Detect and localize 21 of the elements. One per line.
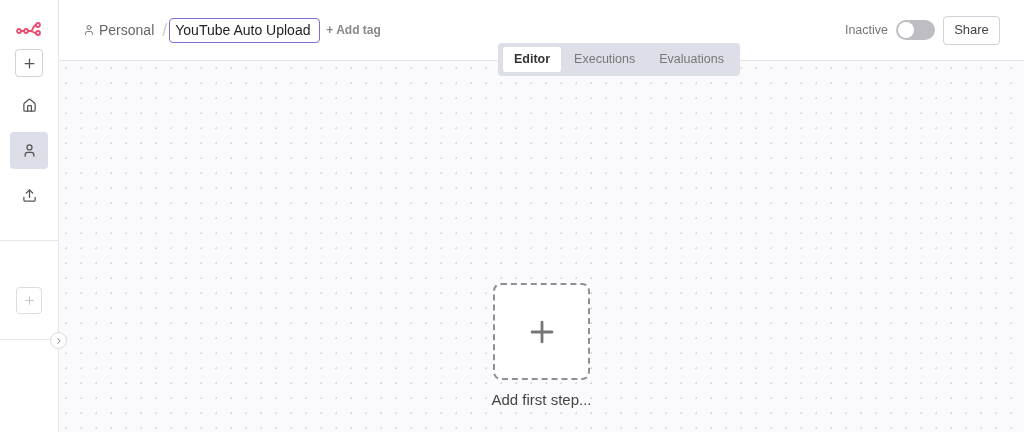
upload-icon xyxy=(21,188,37,203)
home-icon xyxy=(21,98,37,113)
project-name[interactable]: Personal xyxy=(99,19,155,41)
person-icon xyxy=(21,143,37,158)
activation-status: Inactive xyxy=(844,21,888,39)
view-tab[interactable]: Executions xyxy=(563,47,647,72)
add-first-step-button[interactable] xyxy=(493,283,590,380)
logo-icon[interactable] xyxy=(16,22,42,36)
plus-icon xyxy=(22,294,36,307)
share-button[interactable]: Share xyxy=(943,15,1000,45)
plus-icon xyxy=(21,55,37,71)
person-nav-item[interactable] xyxy=(10,132,48,169)
person-icon xyxy=(83,24,95,36)
add-first-step-label: Add first step... xyxy=(491,390,592,410)
new-button[interactable] xyxy=(15,49,43,77)
add-tag-link[interactable]: + Add tag xyxy=(326,21,381,39)
view-tab[interactable]: Editor xyxy=(503,47,562,72)
view-tab[interactable]: Evaluations xyxy=(648,47,735,72)
workflow-name-field[interactable]: YouTube Auto Upload xyxy=(169,17,321,43)
activation-toggle[interactable] xyxy=(896,20,935,40)
breadcrumb-separator: / xyxy=(162,18,168,42)
